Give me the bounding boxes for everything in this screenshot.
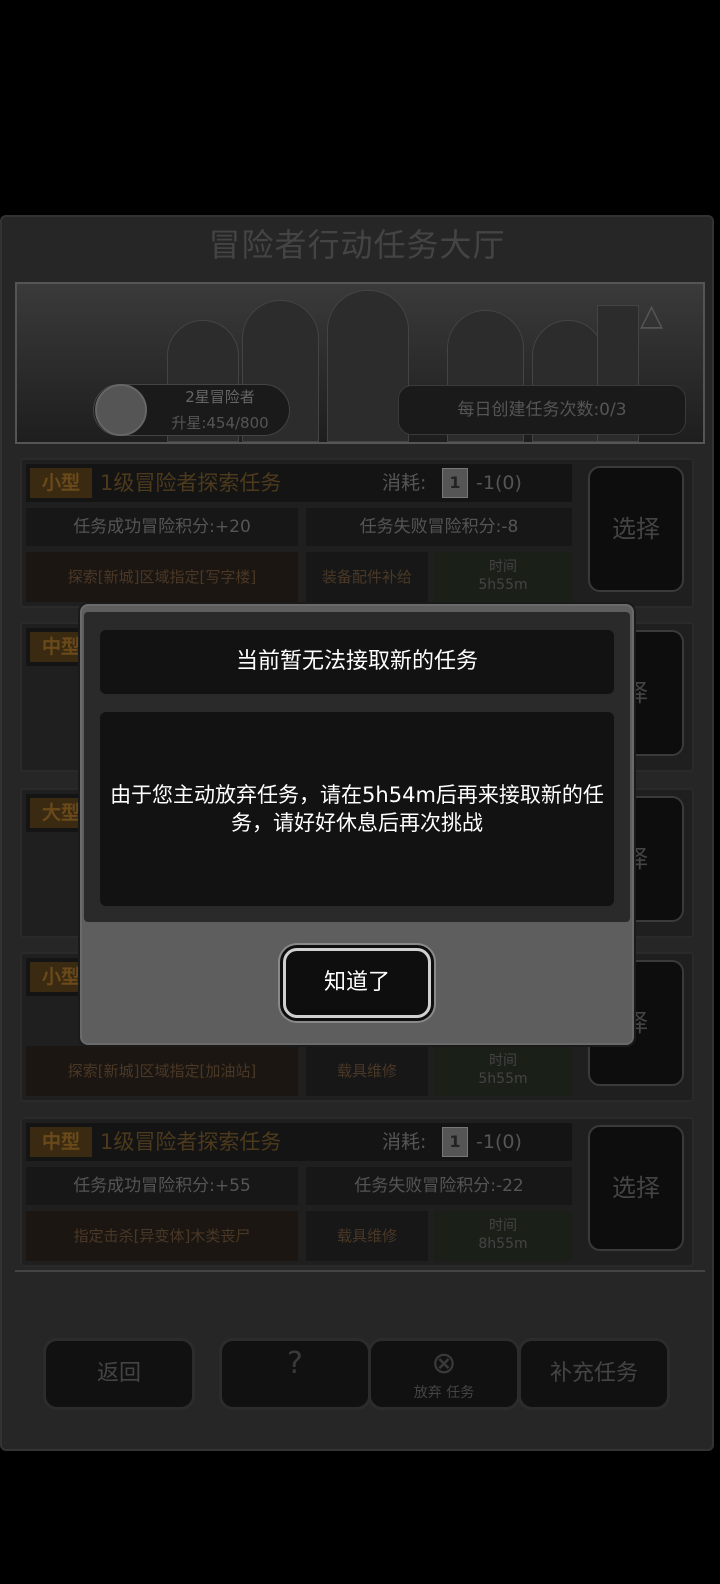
task-header: 中型 1级冒险者探索任务 消耗: 1 -1(0) — [26, 1123, 572, 1161]
list-scroll-edge — [15, 1270, 705, 1304]
star-progress: 升星:454/800 — [171, 414, 269, 432]
task-reward: 载具维修 — [306, 1211, 428, 1261]
abandon-label: 放弃 任务 — [413, 1385, 475, 1401]
task-time: 时间 8h55m — [434, 1211, 572, 1261]
task-time: 时间 5h55m — [434, 552, 572, 602]
task-name: 1级冒险者探索任务 — [100, 471, 282, 495]
time-label: 时间 — [489, 1218, 517, 1234]
refill-label: 补充任务 — [549, 1361, 638, 1386]
warning-icon[interactable]: △ — [640, 298, 676, 334]
daily-create-count: 每日创建任务次数:0/3 — [398, 385, 686, 435]
success-score: 任务成功冒险积分:+20 — [26, 508, 298, 546]
close-circle-icon: ⊗ — [431, 1346, 457, 1381]
task-reward: 载具维修 — [306, 1046, 428, 1096]
ticket-icon: 1 — [442, 468, 468, 498]
select-button[interactable]: 选择 — [588, 1125, 684, 1251]
task-detail: 探索[新城]区域指定[加油站] — [26, 1046, 298, 1096]
cost-value: -1(0) — [476, 1131, 522, 1153]
question-map-icon: ? — [287, 1346, 303, 1381]
cost-label: 消耗: — [382, 1131, 427, 1153]
hall-title: 冒险者行动任务大厅 — [208, 226, 506, 264]
ticket-icon: 1 — [442, 1127, 468, 1157]
player-rank: 2星冒险者 — [185, 388, 255, 406]
back-button[interactable]: 返回 — [43, 1338, 195, 1410]
back-label: 返回 — [96, 1361, 141, 1386]
dialog-title: 当前暂无法接取新的任务 — [100, 630, 614, 694]
abandon-task-button[interactable]: ⊗ 放弃 任务 — [368, 1338, 520, 1410]
time-value: 5h55m — [478, 1071, 528, 1087]
task-card: 小型 1级冒险者探索任务 消耗: 1 -1(0) 任务成功冒险积分:+20 任务… — [20, 458, 694, 608]
time-value: 8h55m — [478, 1236, 528, 1252]
select-button[interactable]: 选择 — [588, 466, 684, 592]
task-size-tag: 小型 — [30, 468, 92, 498]
task-card: 中型 1级冒险者探索任务 消耗: 1 -1(0) 任务成功冒险积分:+55 任务… — [20, 1117, 694, 1267]
task-reward: 装备配件补给 — [306, 552, 428, 602]
fail-score: 任务失败冒险积分:-8 — [306, 508, 572, 546]
success-score: 任务成功冒险积分:+55 — [26, 1167, 298, 1205]
task-detail: 指定击杀[异变体]木类丧尸 — [26, 1211, 298, 1261]
adventurer-figure — [327, 290, 409, 442]
task-name: 1级冒险者探索任务 — [100, 1130, 282, 1154]
time-label: 时间 — [489, 559, 517, 575]
cost-value: -1(0) — [476, 472, 522, 494]
avatar[interactable] — [95, 384, 147, 436]
dialog-message-box: 由于您主动放弃任务，请在5h54m后再来接取新的任务，请好好休息后再次挑战 — [100, 712, 614, 906]
task-detail: 探索[新城]区域指定[写字楼] — [26, 552, 298, 602]
ok-button[interactable]: 知道了 — [283, 948, 431, 1018]
task-time: 时间 5h55m — [434, 1046, 572, 1096]
fail-score: 任务失败冒险积分:-22 — [306, 1167, 572, 1205]
time-label: 时间 — [489, 1053, 517, 1069]
help-button[interactable]: ? — [219, 1338, 371, 1410]
refill-task-button[interactable]: 补充任务 — [518, 1338, 670, 1410]
cost-label: 消耗: — [382, 472, 427, 494]
dialog-message: 由于您主动放弃任务，请在5h54m后再来接取新的任务，请好好休息后再次挑战 — [110, 783, 604, 835]
task-header: 小型 1级冒险者探索任务 消耗: 1 -1(0) — [26, 464, 572, 502]
task-size-tag: 中型 — [30, 1127, 92, 1157]
time-value: 5h55m — [478, 577, 528, 593]
